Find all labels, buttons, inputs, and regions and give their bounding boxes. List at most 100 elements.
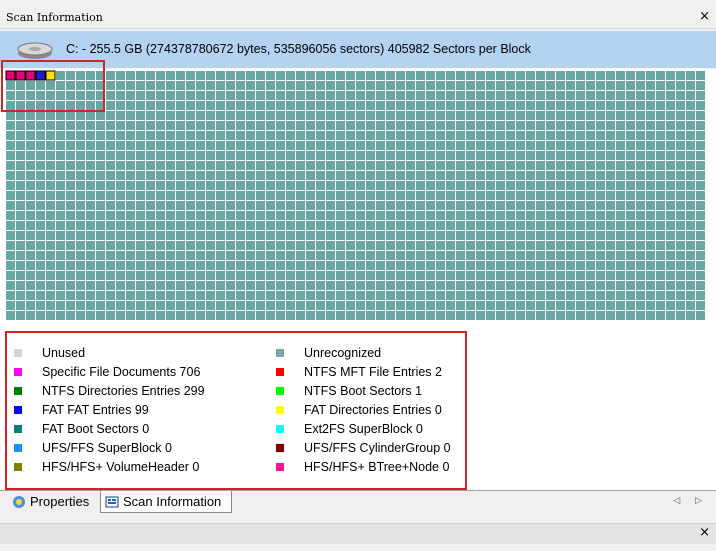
block-cell[interactable] bbox=[216, 231, 225, 240]
block-cell[interactable] bbox=[376, 311, 385, 320]
block-cell[interactable] bbox=[56, 151, 65, 160]
block-cell[interactable] bbox=[236, 71, 245, 80]
block-cell[interactable] bbox=[536, 151, 545, 160]
block-cell[interactable] bbox=[456, 301, 465, 310]
block-cell[interactable] bbox=[346, 221, 355, 230]
block-cell[interactable] bbox=[496, 201, 505, 210]
block-cell[interactable] bbox=[546, 281, 555, 290]
block-cell[interactable] bbox=[636, 221, 645, 230]
block-cell[interactable] bbox=[296, 271, 305, 280]
block-cell[interactable] bbox=[106, 261, 115, 270]
block-cell[interactable] bbox=[436, 191, 445, 200]
block-cell[interactable] bbox=[166, 261, 175, 270]
block-cell[interactable] bbox=[256, 191, 265, 200]
block-cell[interactable] bbox=[446, 261, 455, 270]
block-cell[interactable] bbox=[526, 311, 535, 320]
block-cell[interactable] bbox=[506, 81, 515, 90]
block-cell[interactable] bbox=[456, 181, 465, 190]
block-cell[interactable] bbox=[366, 101, 375, 110]
block-cell[interactable] bbox=[446, 311, 455, 320]
block-cell[interactable] bbox=[316, 301, 325, 310]
block-cell[interactable] bbox=[546, 111, 555, 120]
block-cell[interactable] bbox=[206, 171, 215, 180]
block-cell[interactable] bbox=[56, 221, 65, 230]
block-cell[interactable] bbox=[66, 121, 75, 130]
block-cell[interactable] bbox=[676, 281, 685, 290]
block-cell[interactable] bbox=[566, 311, 575, 320]
block-cell[interactable] bbox=[296, 131, 305, 140]
block-cell[interactable] bbox=[606, 241, 615, 250]
block-cell[interactable] bbox=[296, 91, 305, 100]
block-cell[interactable] bbox=[656, 91, 665, 100]
block-cell[interactable] bbox=[426, 71, 435, 80]
block-cell[interactable] bbox=[266, 291, 275, 300]
block-cell[interactable] bbox=[236, 101, 245, 110]
block-cell[interactable] bbox=[496, 221, 505, 230]
block-cell[interactable] bbox=[446, 121, 455, 130]
block-cell[interactable] bbox=[166, 291, 175, 300]
block-cell[interactable] bbox=[286, 171, 295, 180]
block-cell[interactable] bbox=[56, 301, 65, 310]
block-cell[interactable] bbox=[676, 131, 685, 140]
block-cell[interactable] bbox=[316, 131, 325, 140]
block-cell[interactable] bbox=[376, 131, 385, 140]
block-cell[interactable] bbox=[176, 271, 185, 280]
block-cell[interactable] bbox=[686, 71, 695, 80]
block-cell[interactable] bbox=[256, 131, 265, 140]
block-cell[interactable] bbox=[306, 231, 315, 240]
block-cell[interactable] bbox=[366, 251, 375, 260]
block-cell[interactable] bbox=[66, 131, 75, 140]
block-cell[interactable] bbox=[206, 211, 215, 220]
block-cell[interactable] bbox=[446, 211, 455, 220]
block-cell[interactable] bbox=[56, 171, 65, 180]
block-cell[interactable] bbox=[506, 311, 515, 320]
block-cell[interactable] bbox=[176, 201, 185, 210]
block-cell[interactable] bbox=[326, 251, 335, 260]
block-cell[interactable] bbox=[626, 121, 635, 130]
block-cell[interactable] bbox=[326, 81, 335, 90]
block-cell[interactable] bbox=[456, 241, 465, 250]
block-cell[interactable] bbox=[36, 201, 45, 210]
block-cell[interactable] bbox=[156, 221, 165, 230]
block-cell[interactable] bbox=[316, 81, 325, 90]
block-cell[interactable] bbox=[616, 301, 625, 310]
block-cell[interactable] bbox=[586, 151, 595, 160]
block-cell[interactable] bbox=[486, 211, 495, 220]
block-cell[interactable] bbox=[676, 241, 685, 250]
block-cell[interactable] bbox=[286, 311, 295, 320]
block-cell[interactable] bbox=[426, 251, 435, 260]
block-cell[interactable] bbox=[216, 91, 225, 100]
block-cell[interactable] bbox=[476, 261, 485, 270]
block-cell[interactable] bbox=[526, 151, 535, 160]
block-cell[interactable] bbox=[286, 151, 295, 160]
block-cell[interactable] bbox=[496, 71, 505, 80]
block-cell[interactable] bbox=[516, 121, 525, 130]
block-cell[interactable] bbox=[256, 151, 265, 160]
block-cell[interactable] bbox=[496, 271, 505, 280]
block-cell[interactable] bbox=[656, 311, 665, 320]
block-cell[interactable] bbox=[256, 291, 265, 300]
block-cell[interactable] bbox=[526, 141, 535, 150]
block-cell[interactable] bbox=[306, 81, 315, 90]
block-cell[interactable] bbox=[316, 101, 325, 110]
block-cell[interactable] bbox=[46, 221, 55, 230]
block-cell[interactable] bbox=[406, 281, 415, 290]
block-cell[interactable] bbox=[436, 131, 445, 140]
block-cell[interactable] bbox=[156, 241, 165, 250]
block-cell[interactable] bbox=[96, 241, 105, 250]
block-cell[interactable] bbox=[196, 261, 205, 270]
block-cell[interactable] bbox=[176, 171, 185, 180]
block-cell[interactable] bbox=[366, 311, 375, 320]
block-cell[interactable] bbox=[506, 191, 515, 200]
block-cell[interactable] bbox=[346, 71, 355, 80]
block-cell[interactable] bbox=[666, 301, 675, 310]
block-cell[interactable] bbox=[326, 201, 335, 210]
block-cell[interactable] bbox=[256, 81, 265, 90]
block-cell[interactable] bbox=[106, 271, 115, 280]
block-cell[interactable] bbox=[336, 311, 345, 320]
block-cell[interactable] bbox=[186, 91, 195, 100]
block-cell[interactable] bbox=[666, 231, 675, 240]
block-cell[interactable] bbox=[106, 191, 115, 200]
block-cell[interactable] bbox=[696, 201, 705, 210]
block-cell[interactable] bbox=[476, 161, 485, 170]
